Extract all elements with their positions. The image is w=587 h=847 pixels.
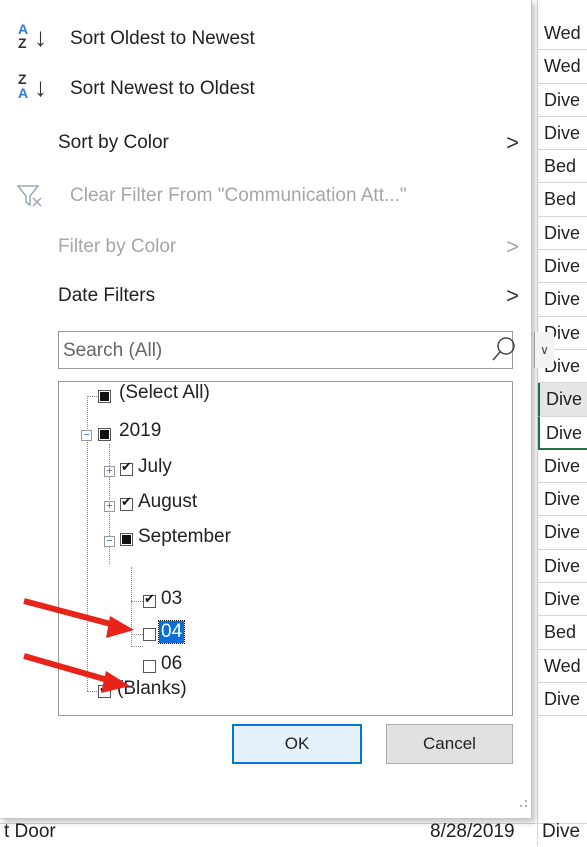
- annotation-arrows: [23, 598, 134, 693]
- annotation-arrow-icon: [23, 598, 134, 638]
- annotation-arrow-icon: [23, 653, 130, 693]
